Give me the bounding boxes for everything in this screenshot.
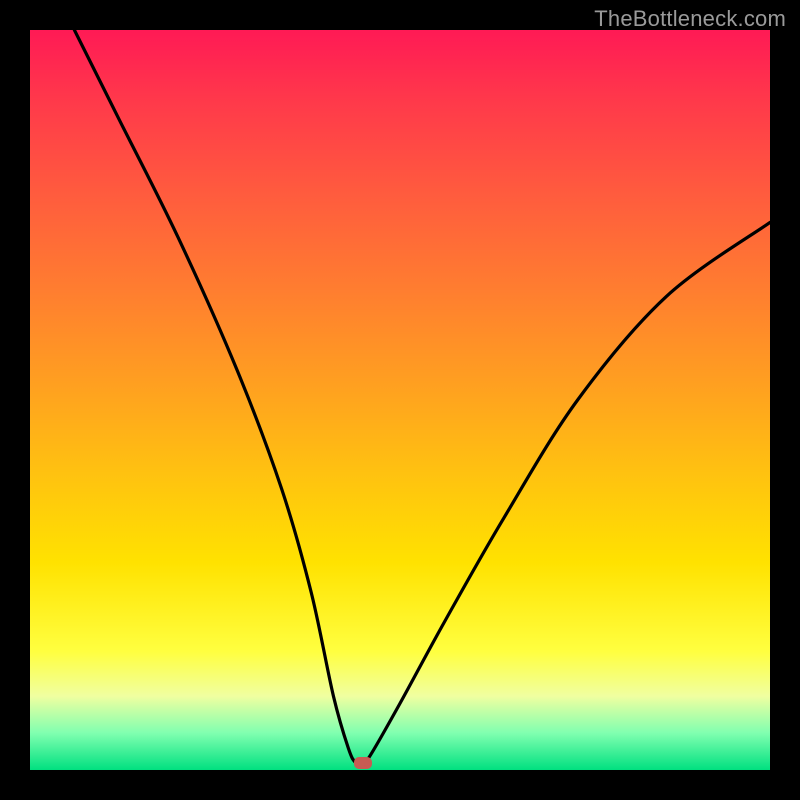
optimal-point-marker: [354, 757, 372, 769]
bottleneck-curve: [30, 30, 770, 770]
plot-area: [30, 30, 770, 770]
watermark-text: TheBottleneck.com: [594, 6, 786, 32]
chart-frame: TheBottleneck.com: [0, 0, 800, 800]
